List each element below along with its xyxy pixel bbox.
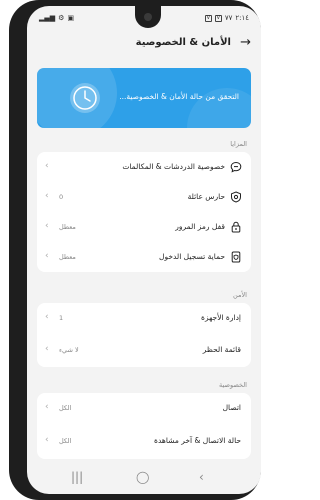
- list-item-value: الكل: [59, 437, 72, 445]
- signal-icon: ▂▄▆: [39, 14, 56, 22]
- chevron-left-icon: ‹: [45, 191, 49, 201]
- list-item-label: قفل رمز المرور: [175, 222, 225, 231]
- list-item-value: 1: [59, 314, 64, 322]
- battery-level: ٧٧: [224, 14, 233, 22]
- list-item[interactable]: حارس عائلة 0 ‹: [37, 182, 251, 212]
- status-bar: ▂▄▆ ⚙ ▣ V V ٧٧ ٢:١٤: [27, 6, 261, 28]
- settings-icon: ⚙: [58, 14, 65, 22]
- list-item-label: حالة الاتصال & آخر مشاهدة: [154, 436, 241, 445]
- chevron-left-icon: ‹: [45, 312, 49, 322]
- section-label-features: المزايا: [230, 140, 247, 148]
- privacy-card: اتصال الكل ‹ حالة الاتصال & آخر مشاهدة ا…: [37, 393, 251, 459]
- list-item-value: الكل: [59, 404, 72, 412]
- list-item-value: معطل: [59, 253, 76, 261]
- list-item[interactable]: قائمة الحظر لا شيء ‹: [37, 335, 251, 367]
- shield-icon: [231, 191, 241, 203]
- home-icon[interactable]: ◯: [136, 470, 149, 484]
- status-time: ٢:١٤: [235, 14, 249, 22]
- list-item-label: حماية تسجيل الدخول: [159, 252, 225, 261]
- arrow-right-icon[interactable]: →: [240, 35, 251, 50]
- lock-icon: [231, 221, 241, 233]
- list-item[interactable]: إدارة الأجهزة 1 ‹: [37, 303, 251, 335]
- screen: ▂▄▆ ⚙ ▣ V V ٧٧ ٢:١٤ → الأمان & الخصوصية: [27, 6, 261, 494]
- recents-icon[interactable]: |||: [71, 470, 83, 484]
- chevron-left-icon: ‹: [45, 435, 49, 445]
- list-item[interactable]: حماية تسجيل الدخول معطل ‹: [37, 242, 251, 272]
- list-item[interactable]: قفل رمز المرور معطل ‹: [37, 212, 251, 242]
- section-label-security: الأمن: [233, 291, 247, 299]
- list-item[interactable]: حالة الاتصال & آخر مشاهدة الكل ‹: [37, 426, 251, 459]
- list-item-label: إدارة الأجهزة: [201, 313, 241, 322]
- section-label-privacy: الخصوصية: [219, 381, 247, 389]
- phone-shield-icon: [231, 251, 241, 263]
- list-item[interactable]: خصوصية الدردشات & المكالمات ‹: [37, 152, 251, 182]
- chevron-left-icon: ‹: [45, 251, 49, 261]
- chat-bubble-icon: [230, 161, 242, 173]
- banner-text: التحقق من حالة الأمان & الخصوصية...: [119, 92, 239, 101]
- chevron-left-icon: ‹: [45, 344, 49, 354]
- v-icon: V: [204, 14, 212, 22]
- chevron-left-icon: ‹: [45, 402, 49, 412]
- v-icon: V: [214, 14, 222, 22]
- list-item-label: اتصال: [222, 403, 241, 412]
- phone-frame: ▂▄▆ ⚙ ▣ V V ٧٧ ٢:١٤ → الأمان & الخصوصية: [9, 0, 261, 500]
- list-item[interactable]: اتصال الكل ‹: [37, 393, 251, 426]
- list-item-value: 0: [59, 193, 64, 201]
- security-check-banner[interactable]: التحقق من حالة الأمان & الخصوصية...: [37, 68, 251, 128]
- features-card: خصوصية الدردشات & المكالمات ‹ حارس عائلة…: [37, 152, 251, 272]
- list-item-value: معطل: [59, 223, 76, 231]
- chevron-left-icon: ‹: [45, 221, 49, 231]
- list-item-label: قائمة الحظر: [202, 345, 241, 354]
- system-nav-bar: ||| ◯ ‹: [27, 462, 261, 494]
- shield-clock-icon: [70, 83, 100, 113]
- list-item-value: لا شيء: [59, 346, 79, 354]
- chevron-left-icon: ‹: [45, 161, 49, 171]
- nav-back-icon[interactable]: ‹: [199, 470, 204, 484]
- sim-icon: ▣: [67, 14, 75, 22]
- page-title: الأمان & الخصوصية: [135, 37, 231, 48]
- app-header: → الأمان & الخصوصية: [27, 32, 261, 56]
- list-item-label: خصوصية الدردشات & المكالمات: [122, 162, 225, 171]
- list-item-label: حارس عائلة: [187, 192, 225, 201]
- security-card: إدارة الأجهزة 1 ‹ قائمة الحظر لا شيء ‹: [37, 303, 251, 367]
